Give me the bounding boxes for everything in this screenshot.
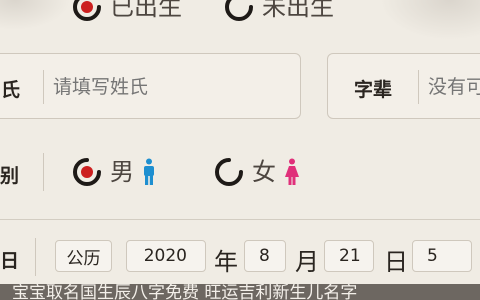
day-value: 21 — [339, 246, 361, 266]
female-icon — [285, 158, 299, 185]
radio-male-label: 男 — [110, 158, 134, 186]
radio-female[interactable]: 女 — [214, 157, 300, 187]
month-unit: 月 — [295, 248, 319, 276]
surname-label: 氏 — [1, 79, 21, 101]
radio-unselected-icon — [225, 0, 253, 21]
generation-label: 字辈 — [354, 79, 393, 101]
hour-select[interactable]: 5 — [412, 240, 472, 272]
radio-male[interactable]: 男 — [72, 157, 156, 187]
divider — [43, 70, 44, 104]
radio-unborn-label: 未出生 — [262, 0, 334, 21]
generation-input[interactable] — [428, 72, 480, 102]
radio-selected-icon — [73, 158, 101, 186]
ink-wash-decoration — [0, 0, 70, 30]
footer-text: 宝宝取名国生辰八字免费 旺运吉利新生儿名字 — [12, 284, 358, 300]
year-unit: 年 — [214, 248, 238, 276]
radio-selected-icon — [73, 0, 101, 21]
baby-naming-form: 已出生 未出生 氏 字辈 别 男 女 — [0, 0, 480, 300]
generation-field: 字辈 — [327, 53, 480, 119]
hour-value: 5 — [427, 246, 438, 266]
calendar-type-value: 公历 — [66, 248, 101, 269]
footer-banner[interactable]: 宝宝取名国生辰八字免费 旺运吉利新生儿名字 — [0, 284, 480, 300]
radio-born[interactable]: 已出生 — [72, 0, 182, 22]
day-select[interactable]: 21 — [324, 240, 374, 272]
month-select[interactable]: 8 — [244, 240, 286, 272]
row-divider — [0, 219, 480, 220]
surname-input[interactable] — [53, 72, 283, 102]
year-select[interactable]: 2020 — [126, 240, 206, 272]
day-unit: 日 — [384, 248, 408, 276]
radio-unborn[interactable]: 未出生 — [224, 0, 334, 22]
date-label: 日 — [0, 250, 20, 272]
calendar-type-select[interactable]: 公历 — [55, 240, 112, 272]
divider — [43, 153, 44, 191]
radio-female-label: 女 — [252, 158, 276, 186]
month-value: 8 — [259, 246, 270, 266]
divider — [418, 70, 419, 104]
radio-unselected-icon — [215, 158, 243, 186]
surname-field: 氏 — [0, 53, 301, 119]
ink-wash-decoration — [380, 0, 480, 40]
divider — [35, 238, 36, 276]
male-icon — [144, 158, 154, 185]
year-value: 2020 — [143, 246, 187, 266]
gender-label: 别 — [0, 165, 20, 187]
radio-born-label: 已出生 — [110, 0, 182, 21]
